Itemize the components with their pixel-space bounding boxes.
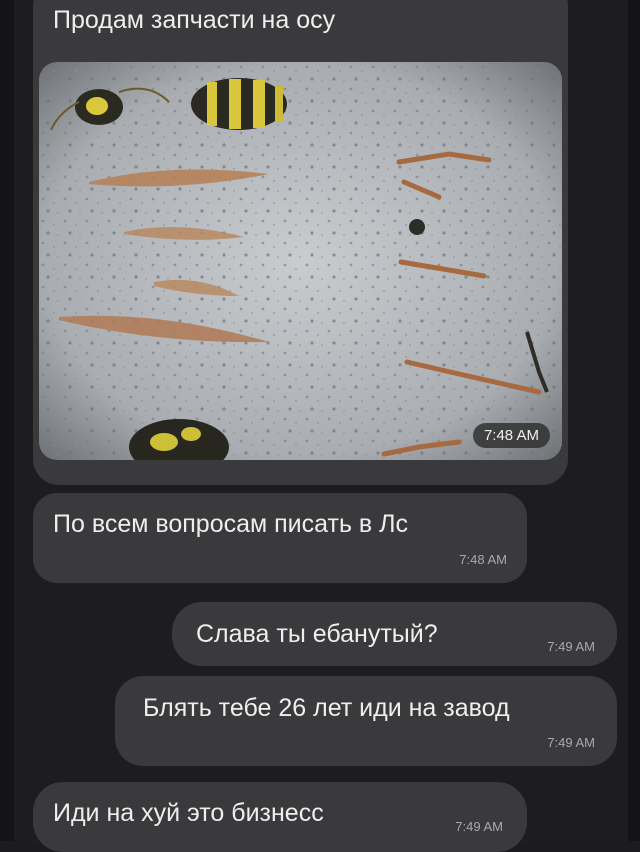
- chat-thread: Продам запчасти на осу 7:48 AM По всем в…: [0, 0, 640, 852]
- message-text: Блять тебе 26 лет иди на завод: [143, 694, 510, 722]
- message-bubble-incoming[interactable]: Иди на хуй это бизнесс 7:49 AM: [33, 782, 527, 852]
- screen-edge-left: [0, 0, 14, 841]
- message-bubble-photo[interactable]: Продам запчасти на осу 7:48 AM: [33, 0, 568, 485]
- message-bubble-incoming[interactable]: По всем вопросам писать в Лс 7:48 AM: [33, 493, 527, 583]
- message-text: Слава ты ебанутый?: [196, 620, 438, 648]
- message-text: Продам запчасти на осу: [53, 6, 336, 34]
- message-text: По всем вопросам писать в Лс: [53, 510, 409, 538]
- message-bubble-outgoing[interactable]: Слава ты ебанутый? 7:49 AM: [172, 602, 617, 666]
- message-timestamp: 7:49 AM: [455, 819, 503, 834]
- message-timestamp: 7:48 AM: [459, 552, 507, 567]
- photo-timestamp: 7:48 AM: [472, 423, 550, 448]
- message-timestamp: 7:49 AM: [547, 735, 595, 750]
- wasp-part-small: [409, 219, 425, 235]
- message-timestamp: 7:49 AM: [547, 639, 595, 654]
- wasp-parts-photo: [39, 62, 562, 460]
- message-text: Иди на хуй это бизнесс: [53, 799, 324, 827]
- screen-edge-right: [628, 0, 640, 841]
- message-photo[interactable]: 7:48 AM: [39, 62, 562, 460]
- message-bubble-outgoing[interactable]: Блять тебе 26 лет иди на завод 7:49 AM: [115, 676, 617, 766]
- wasp-abdomen: [191, 78, 287, 130]
